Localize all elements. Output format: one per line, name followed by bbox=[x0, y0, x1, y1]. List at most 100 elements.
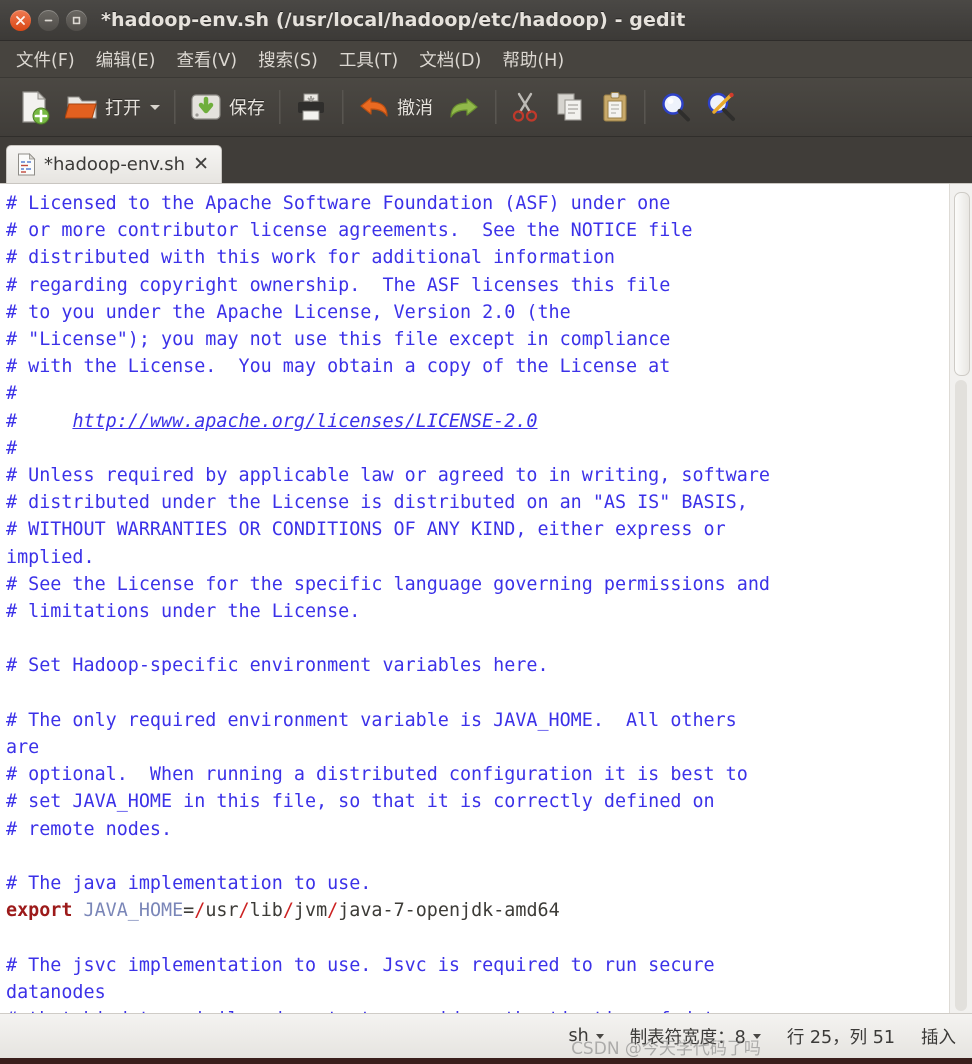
close-icon bbox=[16, 15, 25, 25]
code-line: # distributed with this work for additio… bbox=[6, 247, 615, 269]
code-line: # The only required environment variable… bbox=[6, 709, 737, 731]
window-title: *hadoop-env.sh (/usr/local/hadoop/etc/ha… bbox=[101, 9, 686, 31]
code-line: # Set Hadoop-specific environment variab… bbox=[6, 655, 549, 677]
vertical-scrollbar[interactable] bbox=[949, 184, 972, 1013]
tab-hadoop-env-sh[interactable]: *hadoop-env.sh ✕ bbox=[6, 145, 222, 183]
replace-button[interactable] bbox=[698, 84, 744, 130]
tab-close-icon[interactable]: ✕ bbox=[193, 155, 209, 174]
tab-width-label: 制表符宽度：8 bbox=[629, 1027, 746, 1048]
find-replace-icon bbox=[707, 92, 735, 121]
language-label: sh bbox=[568, 1026, 589, 1046]
code-line: # Licensed to the Apache Software Founda… bbox=[6, 193, 671, 214]
code-line: # that bind to privileged ports to provi… bbox=[6, 1006, 945, 1013]
window-bottom-edge bbox=[0, 1058, 972, 1064]
insert-mode[interactable]: 插入 bbox=[921, 1024, 956, 1049]
code-line: # optional. When running a distributed c… bbox=[6, 764, 748, 786]
close-button[interactable] bbox=[10, 9, 31, 31]
text-file-icon bbox=[18, 153, 36, 176]
code-line: # with the License. You may obtain a cop… bbox=[6, 356, 671, 378]
undo-label: 撤消 bbox=[397, 98, 433, 119]
status-bar: sh 制表符宽度：8 行 25，列 51 插入 CSDN @今天学代码了吗 bbox=[0, 1013, 972, 1059]
code-line: # "License"); you may not use this file … bbox=[6, 329, 671, 351]
menu-documents[interactable]: 文档(D) bbox=[411, 44, 489, 75]
code-line: # remote nodes. bbox=[6, 818, 173, 840]
cursor-position: 行 25，列 51 bbox=[787, 1024, 895, 1049]
code-line: # The java implementation to use. bbox=[6, 873, 372, 895]
menu-file[interactable]: 文件(F) bbox=[8, 44, 83, 75]
source-code-text[interactable]: # Licensed to the Apache Software Founda… bbox=[0, 184, 949, 1013]
scissors-icon bbox=[512, 92, 538, 122]
tab-title: *hadoop-env.sh bbox=[44, 154, 186, 175]
code-line: # The jsvc implementation to use. Jsvc i… bbox=[6, 954, 715, 976]
redo-arrow-icon bbox=[450, 98, 478, 118]
gedit-window: *hadoop-env.sh (/usr/local/hadoop/etc/ha… bbox=[0, 0, 972, 1064]
code-line: # regarding copyright ownership. The ASF… bbox=[6, 274, 671, 296]
redo-button[interactable] bbox=[440, 84, 488, 130]
insert-mode-label: 插入 bbox=[921, 1027, 956, 1048]
cut-button[interactable] bbox=[503, 84, 547, 130]
tab-strip: *hadoop-env.sh ✕ bbox=[0, 137, 972, 183]
code-line: # bbox=[6, 437, 18, 459]
minimize-button[interactable] bbox=[38, 9, 59, 31]
code-line: # distributed under the License is distr… bbox=[6, 492, 748, 514]
code-line: # Unless required by applicable law or a… bbox=[6, 465, 770, 487]
code-line: # bbox=[6, 383, 18, 405]
toolbar-separator bbox=[644, 90, 645, 124]
code-line: datanodes bbox=[6, 981, 106, 1003]
menu-help[interactable]: 帮助(H) bbox=[494, 44, 572, 75]
find-button[interactable] bbox=[652, 84, 698, 130]
code-line: # to you under the Apache License, Versi… bbox=[6, 301, 571, 323]
undo-arrow-icon bbox=[360, 97, 388, 117]
printer-icon bbox=[298, 93, 324, 121]
code-line: # or more contributor license agreements… bbox=[6, 220, 693, 242]
paste-clipboard-icon bbox=[603, 92, 627, 122]
open-file-button[interactable]: 打开 bbox=[58, 84, 167, 130]
save-label: 保存 bbox=[229, 98, 265, 119]
code-line: implied. bbox=[6, 546, 95, 568]
undo-button[interactable]: 撤消 bbox=[350, 84, 440, 130]
paste-button[interactable] bbox=[593, 84, 637, 130]
menu-search[interactable]: 搜索(S) bbox=[250, 44, 326, 75]
chevron-down-icon[interactable] bbox=[595, 1033, 604, 1039]
copy-icon bbox=[557, 93, 582, 121]
editor-area: # Licensed to the Apache Software Founda… bbox=[0, 183, 972, 1013]
menu-view[interactable]: 查看(V) bbox=[168, 44, 245, 75]
chevron-down-icon[interactable] bbox=[150, 104, 160, 110]
language-selector[interactable]: sh bbox=[568, 1026, 604, 1046]
cursor-position-label: 行 25，列 51 bbox=[786, 1027, 895, 1048]
menu-edit[interactable]: 编辑(E) bbox=[88, 44, 164, 75]
code-line: # WITHOUT WARRANTIES OR CONDITIONS OF AN… bbox=[6, 519, 726, 541]
save-disk-icon bbox=[191, 94, 221, 120]
toolbar-separator bbox=[279, 90, 280, 124]
code-line: # http://www.apache.org/licenses/LICENSE… bbox=[6, 410, 538, 432]
search-icon bbox=[662, 93, 690, 122]
scrollbar-thumb[interactable] bbox=[954, 192, 970, 376]
menu-tools[interactable]: 工具(T) bbox=[331, 44, 406, 75]
toolbar-separator bbox=[495, 90, 496, 124]
new-document-button[interactable] bbox=[10, 84, 58, 130]
scrollbar-track[interactable] bbox=[955, 380, 967, 1011]
maximize-icon bbox=[72, 16, 81, 24]
copy-button[interactable] bbox=[547, 84, 593, 130]
toolbar-separator bbox=[174, 90, 175, 124]
code-line: are bbox=[6, 737, 40, 759]
open-file-label: 打开 bbox=[105, 98, 141, 119]
window-controls bbox=[0, 9, 87, 31]
code-line: # limitations under the License. bbox=[6, 601, 361, 623]
code-line: # set JAVA_HOME in this file, so that it… bbox=[6, 791, 715, 813]
print-button[interactable] bbox=[287, 84, 335, 130]
maximize-button[interactable] bbox=[66, 9, 87, 31]
tab-width-selector[interactable]: 制表符宽度：8 bbox=[630, 1024, 761, 1049]
title-bar: *hadoop-env.sh (/usr/local/hadoop/etc/ha… bbox=[0, 0, 972, 41]
save-button[interactable]: 保存 bbox=[182, 84, 272, 130]
code-line: export JAVA_HOME=/usr/lib/jvm/java-7-ope… bbox=[6, 900, 560, 922]
toolbar: 打开 保存 撤消 bbox=[0, 78, 972, 137]
chevron-down-icon[interactable] bbox=[752, 1033, 761, 1039]
toolbar-separator bbox=[342, 90, 343, 124]
menu-bar: 文件(F) 编辑(E) 查看(V) 搜索(S) 工具(T) 文档(D) 帮助(H… bbox=[0, 41, 972, 78]
new-document-icon bbox=[22, 90, 50, 125]
